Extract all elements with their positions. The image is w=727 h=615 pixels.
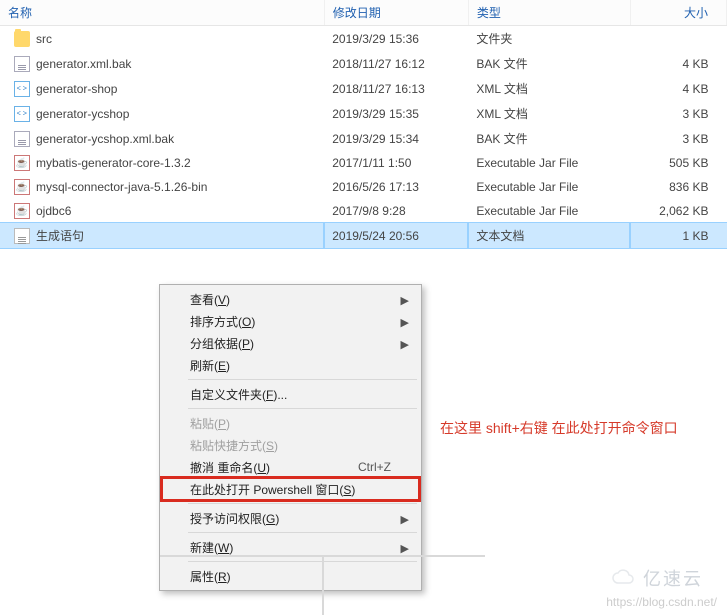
xml-icon	[14, 106, 30, 122]
cloud-icon	[611, 569, 637, 587]
separator	[188, 408, 417, 409]
bak-icon	[14, 131, 30, 147]
table-row[interactable]: ojdbc6 2017/9/8 9:28Executable Jar File2,…	[0, 199, 727, 223]
decorative-line	[322, 555, 324, 615]
menu-grant-access[interactable]: 授予访问权限(G)▶	[162, 507, 419, 529]
file-list[interactable]: 名称 修改日期 类型 大小 src2019/3/29 15:36文件夹gener…	[0, 0, 727, 248]
table-row[interactable]: 生成语句 2019/5/24 20:56文本文档1 KB	[0, 223, 727, 248]
jar-icon	[14, 203, 30, 219]
separator	[188, 503, 417, 504]
file-date: 2017/1/11 1:50	[324, 151, 468, 175]
file-type: BAK 文件	[468, 51, 630, 76]
file-size: 836 KB	[630, 175, 726, 199]
menu-sort[interactable]: 排序方式(O)▶	[162, 310, 419, 332]
file-type: BAK 文件	[468, 126, 630, 151]
table-row[interactable]: generator-shop 2018/11/27 16:13XML 文档4 KB	[0, 76, 727, 101]
file-date: 2019/5/24 20:56	[324, 223, 468, 248]
separator	[188, 561, 417, 562]
file-date: 2019/3/29 15:35	[324, 101, 468, 126]
file-date: 2016/5/26 17:13	[324, 175, 468, 199]
chevron-right-icon: ▶	[401, 294, 409, 307]
context-menu: 查看(V)▶ 排序方式(O)▶ 分组依据(P)▶ 刷新(E) 自定义文件夹(F)…	[159, 284, 422, 591]
file-type: Executable Jar File	[468, 151, 630, 175]
table-row[interactable]: mybatis-generator-core-1.3.2 2017/1/11 1:…	[0, 151, 727, 175]
txt-icon	[14, 228, 30, 244]
chevron-right-icon: ▶	[401, 542, 409, 555]
table-row[interactable]: src 2019/3/29 15:36文件夹	[0, 26, 727, 52]
file-name: mybatis-generator-core-1.3.2	[36, 156, 191, 170]
col-type[interactable]: 类型	[468, 0, 630, 26]
file-name: mysql-connector-java-5.1.26-bin	[36, 180, 207, 194]
folder-icon	[14, 31, 30, 47]
watermark: https://blog.csdn.net/	[606, 595, 717, 609]
separator	[188, 532, 417, 533]
chevron-right-icon: ▶	[401, 513, 409, 526]
file-size: 3 KB	[630, 101, 726, 126]
file-size: 505 KB	[630, 151, 726, 175]
file-name: 生成语句	[36, 227, 84, 244]
column-header-row: 名称 修改日期 类型 大小	[0, 0, 727, 26]
separator	[188, 379, 417, 380]
file-date: 2017/9/8 9:28	[324, 199, 468, 223]
xml-icon	[14, 81, 30, 97]
file-type: 文件夹	[468, 26, 630, 52]
menu-paste-shortcut: 粘贴快捷方式(S)	[162, 434, 419, 456]
file-name: src	[36, 32, 52, 46]
bak-icon	[14, 56, 30, 72]
file-date: 2018/11/27 16:12	[324, 51, 468, 76]
menu-undo-rename[interactable]: 撤消 重命名(U)Ctrl+Z	[162, 456, 419, 478]
table-row[interactable]: generator.xml.bak 2018/11/27 16:12BAK 文件4…	[0, 51, 727, 76]
menu-refresh[interactable]: 刷新(E)	[162, 354, 419, 376]
table-row[interactable]: generator-ycshop 2019/3/29 15:35XML 文档3 K…	[0, 101, 727, 126]
menu-group[interactable]: 分组依据(P)▶	[162, 332, 419, 354]
file-size: 4 KB	[630, 76, 726, 101]
file-size	[630, 26, 726, 52]
table-row[interactable]: generator-ycshop.xml.bak 2019/3/29 15:34B…	[0, 126, 727, 151]
col-date[interactable]: 修改日期	[324, 0, 468, 26]
jar-icon	[14, 155, 30, 171]
menu-view[interactable]: 查看(V)▶	[162, 288, 419, 310]
file-type: XML 文档	[468, 76, 630, 101]
menu-open-powershell[interactable]: 在此处打开 Powershell 窗口(S)	[162, 478, 419, 500]
file-name: generator-ycshop.xml.bak	[36, 132, 174, 146]
file-date: 2018/11/27 16:13	[324, 76, 468, 101]
file-name: ojdbc6	[36, 204, 71, 218]
file-size: 2,062 KB	[630, 199, 726, 223]
file-date: 2019/3/29 15:36	[324, 26, 468, 52]
file-name: generator-ycshop	[36, 107, 129, 121]
file-type: XML 文档	[468, 101, 630, 126]
file-size: 1 KB	[630, 223, 726, 248]
col-name[interactable]: 名称	[0, 0, 324, 26]
menu-customize-folder[interactable]: 自定义文件夹(F)...	[162, 383, 419, 405]
menu-properties[interactable]: 属性(R)	[162, 565, 419, 587]
file-type: Executable Jar File	[468, 199, 630, 223]
logo: 亿速云	[611, 565, 703, 591]
file-size: 4 KB	[630, 51, 726, 76]
chevron-right-icon: ▶	[401, 338, 409, 351]
file-size: 3 KB	[630, 126, 726, 151]
file-name: generator-shop	[36, 82, 117, 96]
shortcut-label: Ctrl+Z	[358, 460, 391, 474]
file-type: 文本文档	[468, 223, 630, 248]
chevron-right-icon: ▶	[401, 316, 409, 329]
col-size[interactable]: 大小	[630, 0, 726, 26]
annotation-text: 在这里 shift+右键 在此处打开命令窗口	[440, 418, 710, 439]
menu-paste: 粘贴(P)	[162, 412, 419, 434]
file-date: 2019/3/29 15:34	[324, 126, 468, 151]
file-name: generator.xml.bak	[36, 57, 131, 71]
file-type: Executable Jar File	[468, 175, 630, 199]
table-row[interactable]: mysql-connector-java-5.1.26-bin 2016/5/26…	[0, 175, 727, 199]
jar-icon	[14, 179, 30, 195]
